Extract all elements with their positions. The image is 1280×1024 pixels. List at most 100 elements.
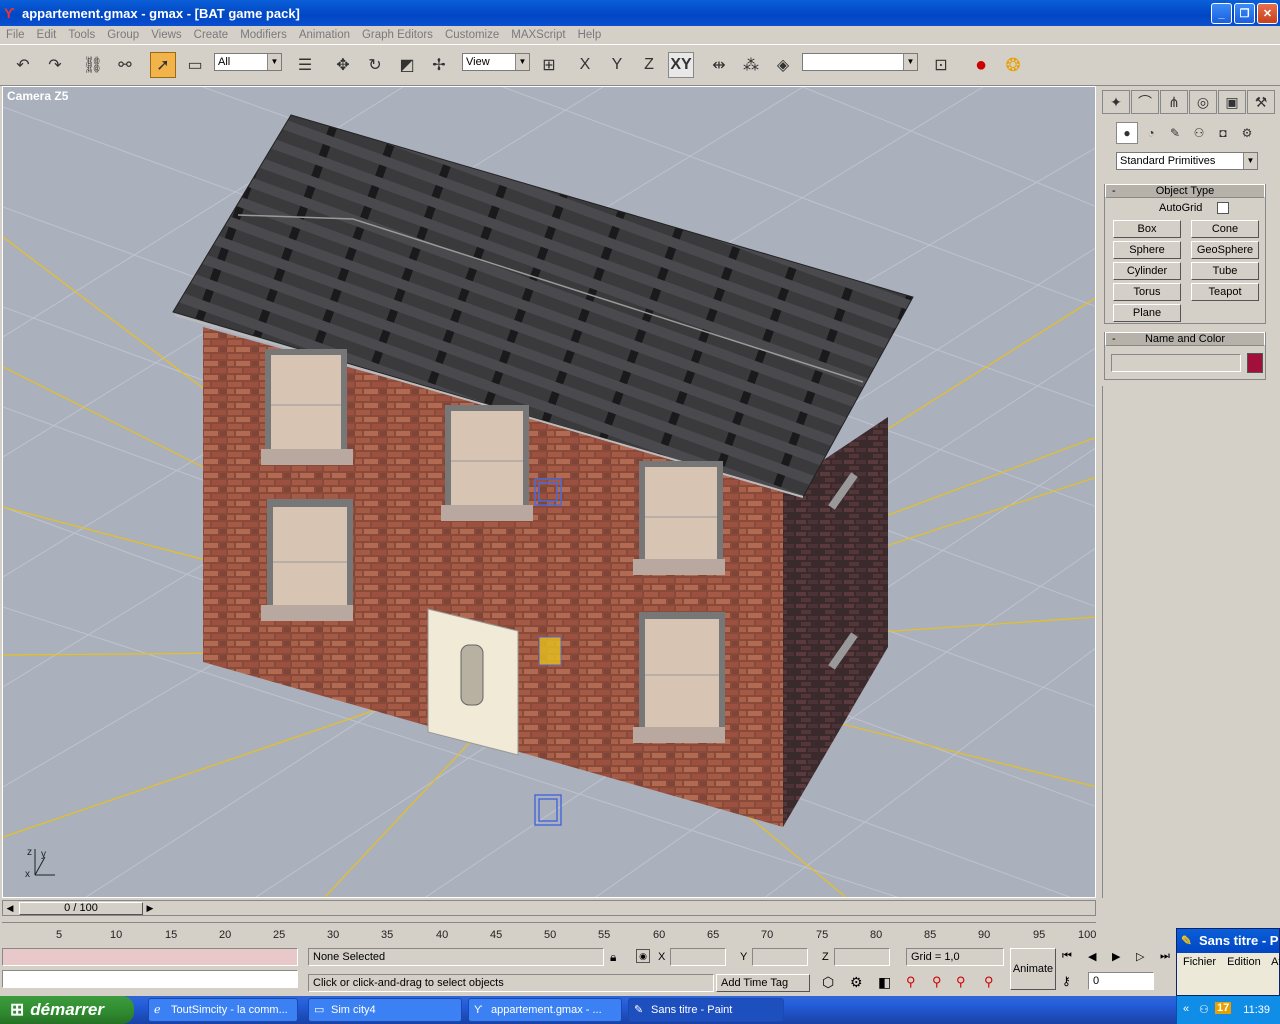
taskbar-item-toutsimcity[interactable]: ℯ ToutSimcity - la comm... <box>148 998 298 1022</box>
use-center-icon[interactable]: ⊞ <box>536 52 562 78</box>
x-coord-field[interactable] <box>670 948 726 966</box>
taskbar-item-simcity4[interactable]: ▭ Sim city4 <box>308 998 462 1022</box>
align-icon[interactable]: ◈ <box>770 52 796 78</box>
next-frame-icon[interactable]: ▷ <box>1136 950 1144 963</box>
object-color-swatch[interactable] <box>1247 353 1263 373</box>
time-slider-thumb[interactable]: 0 / 100 <box>19 902 143 915</box>
previous-frame-icon[interactable]: ◀ <box>1088 950 1096 963</box>
restrict-x-button[interactable]: X <box>572 52 598 78</box>
utilities-tab-icon[interactable]: ⚒ <box>1247 90 1275 114</box>
time-slider[interactable]: ◀ 0 / 100 ▶ <box>2 900 1096 916</box>
next-frame-arrow-icon[interactable]: ▶ <box>143 901 157 915</box>
select-by-name-icon[interactable]: ☰ <box>292 52 318 78</box>
category-dropdown[interactable]: Standard Primitives ▼ <box>1116 152 1258 170</box>
mirror-icon[interactable]: ⇹ <box>706 52 732 78</box>
modify-tab-icon[interactable]: ⌒ <box>1131 90 1159 114</box>
restrict-y-button[interactable]: Y <box>604 52 630 78</box>
reference-coord-dropdown[interactable]: View ▼ <box>462 53 530 71</box>
camera-viewport[interactable]: Camera Z5 z y x <box>2 86 1096 898</box>
snap-toggle-icon[interactable]: ⚙ <box>850 974 863 991</box>
maxscript-input-line[interactable] <box>2 970 298 988</box>
prev-frame-arrow-icon[interactable]: ◀ <box>3 901 17 915</box>
angle-snap-icon[interactable]: ⚲ <box>932 974 942 990</box>
autogrid-checkbox[interactable] <box>1217 202 1229 214</box>
paint-window[interactable]: ✎ Sans titre - P Fichier Edition Af <box>1176 928 1280 996</box>
name-and-color-header[interactable]: - Name and Color <box>1105 332 1265 346</box>
schematic-icon[interactable]: ⊡ <box>928 52 954 78</box>
play-icon[interactable]: ▶ <box>1112 950 1120 963</box>
display-tab-icon[interactable]: ▣ <box>1218 90 1246 114</box>
undo-icon[interactable]: ↶ <box>10 52 36 78</box>
menu-tools[interactable]: Tools <box>68 29 95 41</box>
restrict-xy-button[interactable]: XY <box>668 52 694 78</box>
menu-views[interactable]: Views <box>151 29 181 41</box>
key-mode-icon[interactable]: ⚷ <box>1062 974 1071 988</box>
tray-badge[interactable]: 17 <box>1215 1002 1232 1014</box>
material-editor-icon[interactable]: ❂ <box>1000 52 1026 78</box>
y-coord-field[interactable] <box>752 948 808 966</box>
clock[interactable]: 11:39 <box>1243 1004 1270 1016</box>
paint-menu-affichage[interactable]: Af <box>1271 956 1280 968</box>
add-time-tag-button[interactable]: Add Time Tag <box>716 974 810 992</box>
named-selection-dropdown[interactable]: ▼ <box>802 53 918 71</box>
z-coord-field[interactable] <box>834 948 890 966</box>
maxscript-listener-line[interactable] <box>2 948 298 966</box>
scale-icon[interactable]: ◩ <box>394 52 420 78</box>
menu-modifiers[interactable]: Modifiers <box>240 29 287 41</box>
menu-file[interactable]: File <box>6 29 25 41</box>
render-scene-icon[interactable]: ● <box>968 52 994 78</box>
menu-graph-editors[interactable]: Graph Editors <box>362 29 433 41</box>
systems-icon[interactable]: ⚙ <box>1236 122 1258 144</box>
close-button[interactable]: ✕ <box>1257 3 1278 24</box>
region-select-icon[interactable]: ▭ <box>182 52 208 78</box>
plane-button[interactable]: Plane <box>1113 304 1181 322</box>
tube-button[interactable]: Tube <box>1191 262 1259 280</box>
paint-menu-edition[interactable]: Edition <box>1227 956 1261 968</box>
motion-tab-icon[interactable]: ◎ <box>1189 90 1217 114</box>
cylinder-button[interactable]: Cylinder <box>1113 262 1181 280</box>
cone-button[interactable]: Cone <box>1191 220 1259 238</box>
viewport-label[interactable]: Camera Z5 <box>7 89 68 103</box>
rotate-icon[interactable]: ↻ <box>362 52 388 78</box>
taskbar-item-paint[interactable]: ✎ Sans titre - Paint <box>628 998 784 1022</box>
object-type-header[interactable]: - Object Type <box>1105 184 1265 198</box>
create-tab-icon[interactable]: ✦ <box>1102 90 1130 114</box>
select-object-icon[interactable]: ➚ <box>150 52 176 78</box>
absolute-mode-icon[interactable]: ◉ <box>636 949 650 963</box>
sphere-button[interactable]: Sphere <box>1113 241 1181 259</box>
current-frame-field[interactable]: 0 <box>1088 972 1154 990</box>
unlink-icon[interactable]: ⚯ <box>112 52 138 78</box>
restore-button[interactable]: ❐ <box>1234 3 1255 24</box>
geometry-icon[interactable]: ● <box>1116 122 1138 144</box>
pivot-icon[interactable]: ✢ <box>426 52 452 78</box>
minimize-button[interactable]: _ <box>1211 3 1232 24</box>
snap-3d-icon[interactable]: ⚲ <box>906 974 916 990</box>
lights-icon[interactable]: ✎ <box>1164 122 1186 144</box>
cameras-icon[interactable]: ⚇ <box>1188 122 1210 144</box>
tray-expand-icon[interactable]: « <box>1183 1003 1189 1015</box>
degradation-override-icon[interactable]: ◧ <box>878 974 891 991</box>
percent-snap-icon[interactable]: ⚲ <box>956 974 966 990</box>
timeline-ruler[interactable]: 5 10 15 20 25 30 35 40 45 50 55 60 65 70… <box>2 922 1096 942</box>
menu-help[interactable]: Help <box>578 29 602 41</box>
teapot-button[interactable]: Teapot <box>1191 283 1259 301</box>
menu-group[interactable]: Group <box>107 29 139 41</box>
shapes-icon[interactable]: ◔ <box>1140 122 1162 144</box>
selection-filter-dropdown[interactable]: All ▼ <box>214 53 282 71</box>
torus-button[interactable]: Torus <box>1113 283 1181 301</box>
redo-icon[interactable]: ↷ <box>42 52 68 78</box>
geosphere-button[interactable]: GeoSphere <box>1191 241 1259 259</box>
spinner-snap-icon[interactable]: ⚲ <box>984 974 994 990</box>
paint-menu-fichier[interactable]: Fichier <box>1183 956 1216 968</box>
menu-animation[interactable]: Animation <box>299 29 350 41</box>
network-icon[interactable]: ⚇ <box>1199 1003 1209 1016</box>
menu-edit[interactable]: Edit <box>37 29 57 41</box>
go-to-end-icon[interactable]: ⏭ <box>1160 950 1170 963</box>
restrict-z-button[interactable]: Z <box>636 52 662 78</box>
hierarchy-tab-icon[interactable]: ⋔ <box>1160 90 1188 114</box>
menu-customize[interactable]: Customize <box>445 29 499 41</box>
lock-icon[interactable]: 🔒︎ <box>610 950 616 965</box>
taskbar-item-gmax[interactable]: ϒappartement.gmax - ... <box>468 998 622 1022</box>
select-and-link-icon[interactable]: ⛓ <box>80 52 106 78</box>
object-name-field[interactable] <box>1111 354 1241 372</box>
